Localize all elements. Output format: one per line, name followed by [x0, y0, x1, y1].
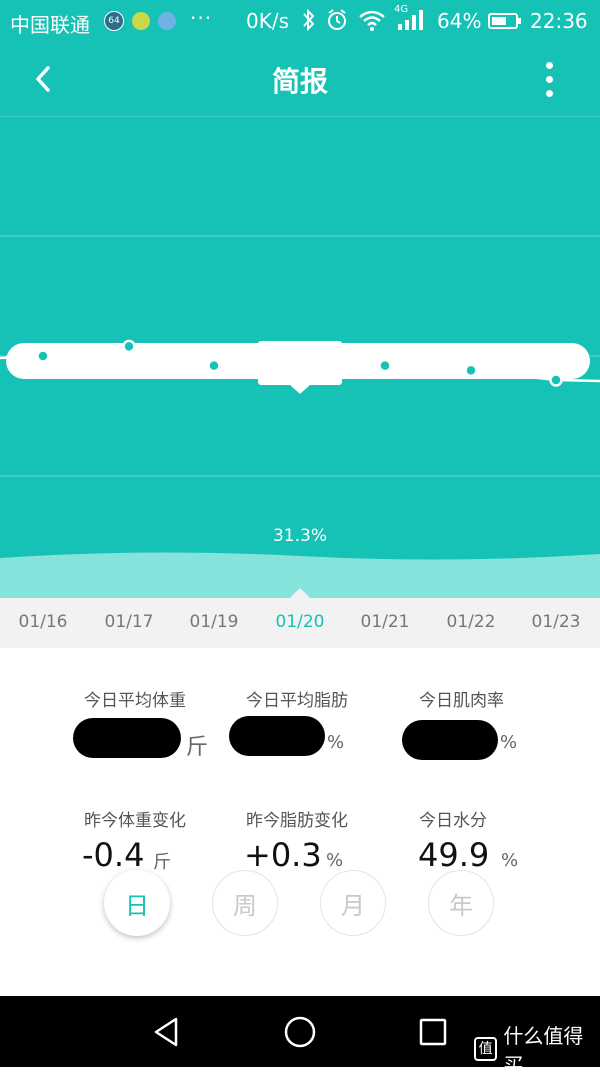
- app-notification-icon: [132, 12, 150, 30]
- range-tab-year[interactable]: 年: [428, 870, 494, 936]
- daily-stats: 今日平均体重 斤 今日平均脂肪 % 今日肌肉率 % 昨今体重变化 -0.4 斤 …: [0, 648, 600, 996]
- page-title: 简报: [271, 65, 328, 98]
- data-point[interactable]: [122, 339, 136, 354]
- data-point[interactable]: [378, 358, 392, 373]
- avg-weight-unit: 斤: [186, 735, 209, 760]
- muscle-rate-unit: %: [500, 732, 518, 753]
- range-tab-week[interactable]: 周: [212, 870, 278, 936]
- data-point[interactable]: [207, 358, 221, 373]
- data-point[interactable]: [549, 373, 563, 387]
- avg-fat-unit: %: [327, 732, 345, 753]
- range-tab-day[interactable]: 日: [104, 870, 170, 936]
- signal-icon: 4G: [394, 4, 424, 32]
- nav-home-button[interactable]: [280, 1012, 320, 1052]
- weight-change-unit: 斤: [153, 852, 171, 873]
- muscle-rate-label: 今日肌肉率: [419, 691, 504, 711]
- system-nav-bar: 值 什么值得买: [0, 996, 600, 1077]
- carrier-name: 中国联通: [10, 13, 90, 37]
- fat-trend-chart: 31.3%: [0, 116, 600, 598]
- more-menu-button[interactable]: [534, 58, 566, 102]
- menu-dot-icon: [546, 76, 553, 83]
- square-recents-icon: [419, 1018, 447, 1046]
- network-speed: 0K/s: [246, 9, 289, 33]
- status-bar: 中国联通 64 ··· 0K/s 4G 64% 22:36: [0, 0, 600, 44]
- fat-change-value: +0.3: [244, 836, 322, 874]
- date-tick[interactable]: 01/23: [516, 612, 596, 632]
- watermark-logo-icon: 值: [474, 1037, 498, 1061]
- site-watermark: 值 什么值得买: [474, 1020, 600, 1078]
- redacted-value: [73, 718, 181, 758]
- weight-change-label: 昨今体重变化: [84, 811, 186, 831]
- fat-change-label: 昨今脂肪变化: [246, 811, 348, 831]
- avg-weight-label: 今日平均体重: [84, 691, 186, 711]
- notification-icons: 64: [104, 11, 176, 31]
- nav-back-button[interactable]: [148, 1012, 188, 1052]
- avg-fat-label: 今日平均脂肪: [246, 691, 348, 711]
- watermark-text: 什么值得买: [503, 1024, 584, 1077]
- water-unit: %: [501, 850, 519, 871]
- data-point[interactable]: [464, 363, 478, 378]
- menu-dot-icon: [546, 62, 553, 69]
- date-tick-selected[interactable]: 01/20: [260, 612, 340, 632]
- selected-data-point[interactable]: [289, 364, 311, 387]
- water-value: 49.9: [418, 836, 490, 874]
- notification-badge-icon: 64: [104, 11, 124, 31]
- circle-home-icon: [284, 1016, 316, 1048]
- redacted-value: [229, 716, 325, 756]
- battery-percent: 64%: [437, 9, 482, 33]
- more-notifications-icon: ···: [190, 6, 213, 30]
- menu-dot-icon: [546, 90, 553, 97]
- app-header: 简报: [0, 44, 600, 116]
- water-label: 今日水分: [419, 811, 487, 831]
- fat-change-unit: %: [326, 850, 344, 871]
- wifi-icon: [359, 10, 385, 31]
- triangle-back-icon: [154, 1017, 178, 1047]
- weight-change-value: -0.4: [82, 836, 145, 874]
- battery-icon: [488, 13, 521, 29]
- date-tick[interactable]: 01/21: [345, 612, 425, 632]
- data-point[interactable]: [36, 349, 50, 363]
- date-tick[interactable]: 01/19: [174, 612, 254, 632]
- date-axis: 01/16 01/17 01/19 01/20 01/21 01/22 01/2…: [0, 598, 600, 648]
- nav-recents-button[interactable]: [413, 1012, 453, 1052]
- redacted-value: [402, 720, 498, 760]
- clock: 22:36: [530, 9, 588, 33]
- selected-value-label: 31.3%: [272, 526, 327, 546]
- alarm-icon: [328, 9, 346, 30]
- bluetooth-icon: [303, 8, 315, 32]
- system-icons: 4G: [302, 4, 424, 32]
- date-tick[interactable]: 01/16: [3, 612, 83, 632]
- date-tick[interactable]: 01/17: [89, 612, 169, 632]
- range-tab-month[interactable]: 月: [320, 870, 386, 936]
- date-tick[interactable]: 01/22: [431, 612, 511, 632]
- app-notification-icon: [158, 12, 176, 30]
